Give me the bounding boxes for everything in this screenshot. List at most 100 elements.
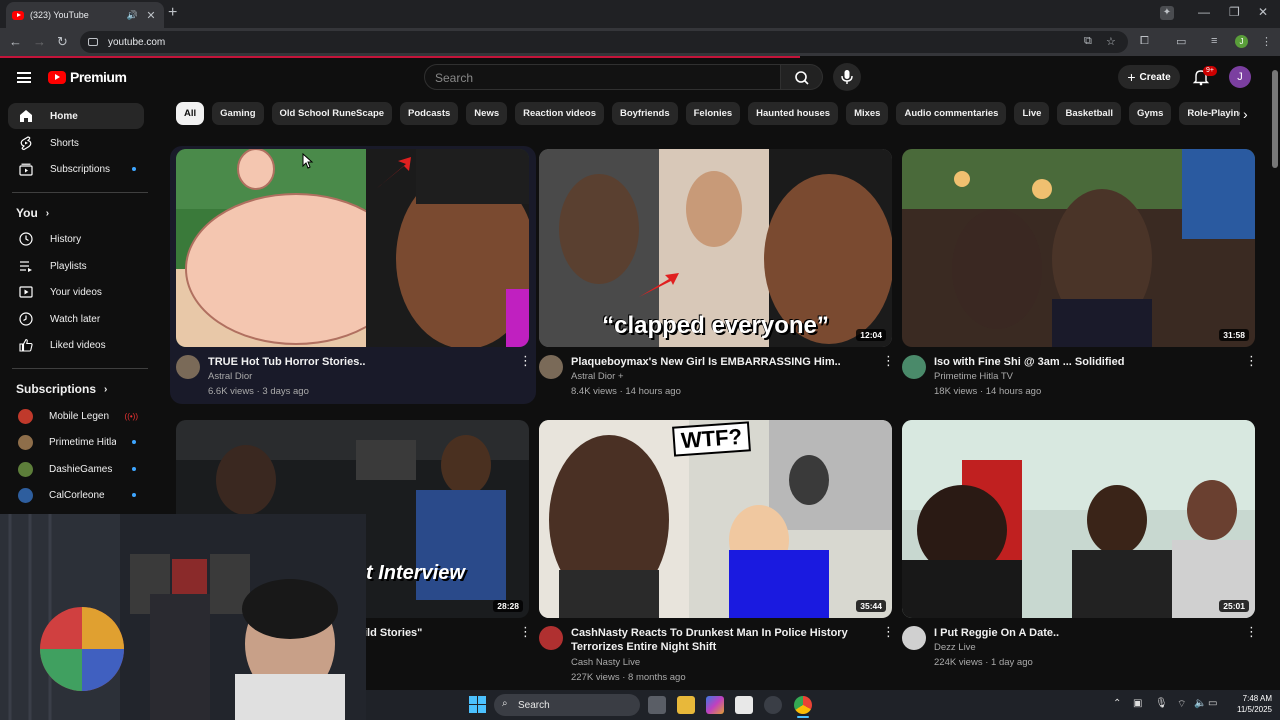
obs-studio-icon[interactable]	[764, 696, 782, 714]
chip-all[interactable]: All	[176, 102, 205, 125]
taskbar-clock[interactable]: 7:48 AM 11/5/2025	[1222, 693, 1272, 715]
file-explorer-icon[interactable]	[677, 696, 695, 714]
video-channel-name[interactable]: Primetime Hitla TV	[934, 371, 1013, 382]
video-thumbnail[interactable]: 25:01	[902, 420, 1255, 618]
chip-news[interactable]: News	[466, 102, 508, 125]
channel-avatar[interactable]	[902, 626, 926, 650]
chip-gyms[interactable]: Gyms	[1128, 102, 1172, 125]
more-options-icon[interactable]	[1245, 624, 1258, 640]
channel-avatar[interactable]	[902, 355, 926, 379]
chip-old-school-runescape[interactable]: Old School RuneScape	[271, 102, 393, 125]
sidebar-subscription-item[interactable]: DashieGames	[8, 456, 144, 482]
more-options-icon[interactable]	[882, 353, 895, 369]
sidebar-subscription-item[interactable]: CalCorleone	[8, 482, 144, 508]
more-options-icon[interactable]	[519, 353, 532, 369]
minimize-icon[interactable]: —	[1198, 5, 1210, 19]
video-title[interactable]: I Put Reggie On A Date..	[934, 626, 1234, 640]
wifi-icon[interactable]: ⌔	[1177, 698, 1186, 711]
chevron-right-icon[interactable]: ›	[1243, 106, 1248, 122]
cast-icon[interactable]: ▭	[1176, 35, 1186, 48]
window-close-icon[interactable]: ✕	[1258, 5, 1268, 19]
video-title[interactable]: Plaqueboymax's New Girl Is EMBARRASSING …	[571, 355, 871, 369]
volume-icon[interactable]: 🔈	[1194, 698, 1206, 709]
video-thumbnail[interactable]	[176, 149, 529, 347]
new-tab-button[interactable]: +	[168, 4, 177, 22]
task-view-icon[interactable]	[648, 696, 666, 714]
more-options-icon[interactable]	[1245, 353, 1258, 369]
copilot-icon[interactable]	[706, 696, 724, 714]
gemini-icon[interactable]: ✦	[1160, 6, 1174, 20]
taskbar-search-box[interactable]: ⌕ Search	[494, 694, 640, 716]
voice-search-button[interactable]	[833, 63, 861, 91]
tray-app-icon[interactable]: ▣	[1133, 698, 1142, 709]
windows-start-icon[interactable]	[469, 696, 486, 713]
chip-boyfriends[interactable]: Boyfriends	[611, 102, 678, 125]
bookmark-star-icon[interactable]: ☆	[1106, 35, 1116, 48]
battery-icon[interactable]: ▭	[1208, 698, 1217, 709]
microphone-tray-icon[interactable]: 🎙	[1155, 698, 1168, 709]
create-button[interactable]: + Create	[1118, 65, 1180, 89]
chip-felonies[interactable]: Felonies	[685, 102, 741, 125]
video-thumbnail[interactable]: 31:58	[902, 149, 1255, 347]
sidebar-item-your-videos[interactable]: Your videos	[8, 279, 144, 305]
video-thumbnail[interactable]: WTF? 35:44	[539, 420, 892, 618]
chip-gaming[interactable]: Gaming	[212, 102, 264, 125]
video-channel-name[interactable]: Cash Nasty Live	[571, 657, 640, 668]
more-options-icon[interactable]	[519, 624, 532, 640]
chip-mixes[interactable]: Mixes	[846, 102, 889, 125]
video-title[interactable]: CashNasty Reacts To Drunkest Man In Poli…	[571, 626, 871, 654]
sidebar-subscription-item[interactable]: Primetime Hitla ...	[8, 429, 144, 455]
chip-haunted-houses[interactable]: Haunted houses	[748, 102, 839, 125]
video-title[interactable]: ild Stories"	[364, 626, 504, 640]
sidebar-item-liked-videos[interactable]: Liked videos	[8, 332, 144, 358]
browser-tab[interactable]: (323) YouTube 🔊 ✕	[6, 2, 164, 28]
more-options-icon[interactable]	[882, 624, 895, 640]
channel-avatar[interactable]	[539, 355, 563, 379]
chip-podcasts[interactable]: Podcasts	[400, 102, 459, 125]
video-card[interactable]: TRUE Hot Tub Horror Stories.. Astral Dio…	[176, 149, 532, 399]
reading-list-icon[interactable]: ≡	[1211, 35, 1217, 47]
channel-avatar[interactable]	[176, 355, 200, 379]
sidebar-item-subscriptions[interactable]: Subscriptions	[8, 156, 144, 182]
chrome-icon[interactable]	[794, 696, 812, 714]
video-title[interactable]: TRUE Hot Tub Horror Stories..	[208, 355, 508, 369]
sidebar-item-watch-later[interactable]: Watch later	[8, 306, 144, 332]
youtube-logo[interactable]: Premium	[48, 69, 127, 85]
video-channel-name[interactable]: Astral Dior	[208, 371, 252, 382]
account-avatar[interactable]: J	[1229, 66, 1251, 88]
channel-avatar[interactable]	[539, 626, 563, 650]
sidebar-item-home[interactable]: Home	[8, 103, 144, 129]
sidebar-item-history[interactable]: History	[8, 226, 144, 252]
forward-icon[interactable]: →	[33, 34, 46, 49]
chip-audio-commentaries[interactable]: Audio commentaries	[896, 102, 1007, 125]
maximize-icon[interactable]: ❐	[1229, 5, 1240, 19]
sidebar-subscription-item[interactable]: Mobile Legends: ... ((•))	[8, 403, 144, 429]
tab-audio-icon[interactable]: 🔊	[127, 10, 138, 21]
browser-profile-avatar[interactable]: J	[1235, 35, 1248, 48]
chip-live[interactable]: Live	[1014, 102, 1050, 125]
sidebar-item-playlists[interactable]: Playlists	[8, 253, 144, 279]
address-bar[interactable]: youtube.com	[80, 31, 1128, 53]
browser-menu-icon[interactable]: ⋮	[1261, 35, 1272, 48]
install-app-icon[interactable]: ⧉	[1084, 35, 1092, 48]
sidebar-subscriptions-header[interactable]: Subscriptions ›	[16, 382, 107, 396]
tray-overflow-icon[interactable]: ⌃	[1113, 698, 1121, 709]
video-card[interactable]: WTF? 35:44 CashNasty Reacts To Drunkest …	[539, 420, 895, 690]
extensions-icon[interactable]: ⧠	[1140, 35, 1149, 48]
chip-basketball[interactable]: Basketball	[1057, 102, 1121, 125]
video-card[interactable]: “clapped everyone” 12:04 Plaqueboymax's …	[539, 149, 895, 399]
video-card[interactable]: 31:58 Iso with Fine Shi @ 3am ... Solidi…	[902, 149, 1258, 399]
sidebar-item-shorts[interactable]: Shorts	[8, 130, 144, 156]
hamburger-menu-icon[interactable]	[17, 72, 31, 83]
search-input[interactable]: Search	[424, 64, 781, 90]
microsoft-store-icon[interactable]	[735, 696, 753, 714]
video-channel-name[interactable]: Astral Dior +	[571, 371, 624, 382]
chip-role-playing-games[interactable]: Role-Playing Games	[1179, 102, 1240, 125]
video-title[interactable]: Iso with Fine Shi @ 3am ... Solidified	[934, 355, 1234, 369]
chip-reaction-videos[interactable]: Reaction videos	[515, 102, 604, 125]
reload-icon[interactable]: ↻	[57, 34, 68, 50]
video-card[interactable]: 25:01 I Put Reggie On A Date.. Dezz Live…	[902, 420, 1258, 690]
site-info-icon[interactable]	[88, 38, 98, 46]
tab-close-icon[interactable]: ✕	[144, 9, 158, 22]
video-thumbnail[interactable]: “clapped everyone” 12:04	[539, 149, 892, 347]
